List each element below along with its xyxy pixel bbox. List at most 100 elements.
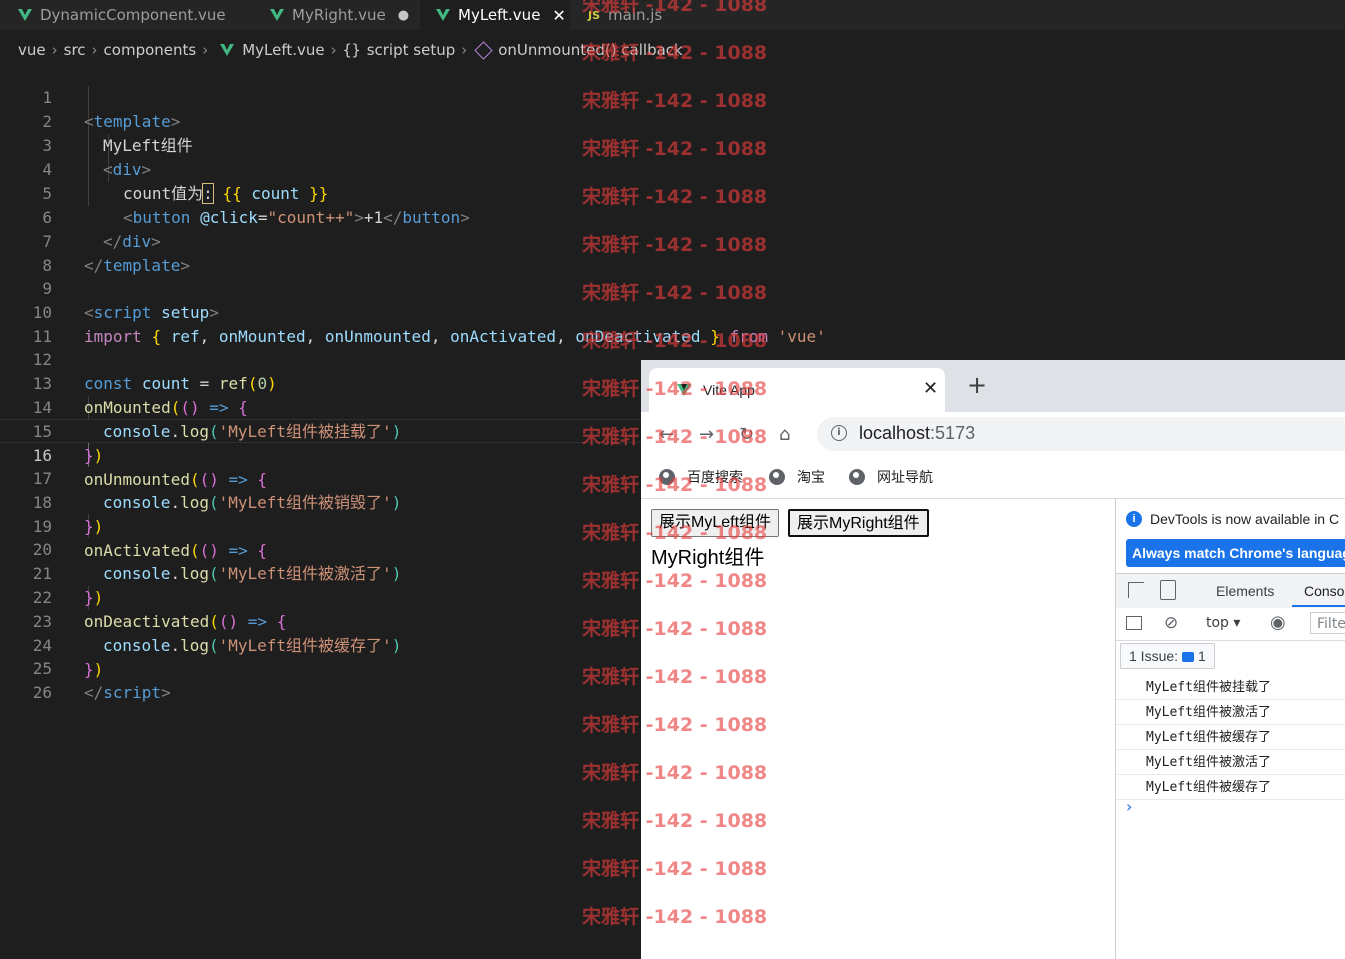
tab-label: main.js: [608, 6, 663, 24]
breadcrumb-item[interactable]: src: [64, 41, 86, 59]
breadcrumb-item[interactable]: vue: [18, 41, 46, 59]
tab-elements[interactable]: Elements: [1216, 583, 1274, 599]
breadcrumb-item[interactable]: script setup: [367, 41, 456, 59]
tab-console[interactable]: Conso: [1304, 583, 1344, 599]
chevron-right-icon: ›: [202, 41, 209, 59]
chevron-right-icon: ›: [330, 41, 337, 59]
breadcrumb: vue › src › components › MyLeft.vue › {}…: [0, 38, 1345, 62]
browser-tab-strip: Vite App ✕ +: [641, 360, 1345, 412]
tab-my-right[interactable]: MyRight.vue ●: [270, 0, 409, 30]
code-line: 9 <script setup>: [0, 253, 1345, 322]
url-text: localhost:5173: [859, 423, 976, 443]
code-line: 3 <div>: [0, 110, 1345, 179]
show-myright-button[interactable]: 展示MyRight组件: [788, 509, 929, 537]
tab-label: DynamicComponent.vue: [40, 6, 226, 24]
bookmark-item[interactable]: 网址导航: [849, 467, 933, 487]
console-log-row: MyLeft组件被激活了: [1116, 700, 1345, 725]
editor-tab-bar: DynamicComponent.vue MyRight.vue ● MyLef…: [0, 0, 1345, 30]
code-line: 7 </template>: [0, 206, 1345, 275]
sidebar-toggle-icon[interactable]: [1126, 616, 1142, 630]
browser-window: Vite App ✕ + ← → ↻ ⌂ i localhost:5173 百度…: [641, 360, 1345, 959]
console-log-row: MyLeft组件被缓存了: [1116, 725, 1345, 750]
code-line: 10 import { ref, onMounted, onUnmounted,…: [0, 277, 1345, 346]
new-tab-plus-icon[interactable]: +: [967, 373, 987, 397]
tab-label: MyLeft.vue: [458, 6, 541, 24]
devtools-panel: i DevTools is now available in C Always …: [1115, 499, 1345, 959]
method-cube-icon: [474, 40, 493, 60]
devtools-tab-bar: Elements Conso: [1116, 573, 1345, 609]
browser-toolbar: ← → ↻ ⌂ i localhost:5173: [641, 412, 1345, 458]
breadcrumb-item[interactable]: components: [104, 41, 197, 59]
browser-tab-title: Vite App: [703, 382, 755, 398]
issues-button[interactable]: 1 Issue: 1: [1120, 643, 1215, 669]
eye-icon[interactable]: ◉: [1270, 612, 1286, 633]
code-line: 6 </div>: [0, 182, 1345, 251]
issues-label: 1 Issue:: [1129, 648, 1179, 664]
line-number: 26: [32, 683, 52, 702]
console-log-row: MyLeft组件被挂载了: [1116, 675, 1345, 700]
unsaved-dot-icon[interactable]: ●: [398, 8, 409, 23]
code-line: 1 <template>: [0, 62, 1345, 131]
devtools-info-text: DevTools is now available in C: [1150, 511, 1340, 527]
issue-message-icon: [1182, 652, 1195, 663]
address-bar[interactable]: i localhost:5173: [817, 417, 1345, 451]
vue-icon: [220, 44, 235, 56]
bookmarks-bar: 百度搜索 淘宝 网址导航: [641, 458, 1345, 499]
chevron-right-icon: ›: [51, 41, 58, 59]
tab-dynamic-component[interactable]: DynamicComponent.vue: [18, 0, 226, 30]
js-icon: JS: [588, 8, 601, 22]
globe-icon: [769, 469, 785, 485]
back-arrow-icon[interactable]: ←: [659, 424, 674, 445]
issues-count: 1: [1198, 648, 1206, 664]
tab-main-js[interactable]: JS main.js: [588, 0, 662, 30]
component-text: MyRight组件: [651, 547, 765, 569]
code-line: 12 const count = ref(0): [0, 324, 1345, 393]
clear-console-icon[interactable]: ⊘: [1164, 613, 1178, 633]
globe-icon: [659, 469, 675, 485]
bookmark-label: 淘宝: [797, 469, 825, 485]
breadcrumb-item[interactable]: onUnmounted() callback: [498, 41, 683, 59]
bookmark-item[interactable]: 淘宝: [769, 467, 825, 487]
info-icon: i: [1126, 511, 1142, 527]
vue-icon: [18, 9, 32, 21]
globe-icon: [849, 469, 865, 485]
chevron-right-icon: ›: [91, 41, 98, 59]
code-line: 4 count值为: {{ count }}: [0, 134, 1345, 204]
code-token: script: [103, 683, 162, 702]
browser-tab[interactable]: Vite App ✕: [649, 368, 945, 412]
console-log-row: MyLeft组件被缓存了: [1116, 775, 1345, 800]
active-tab-indicator: [1292, 605, 1345, 607]
forward-arrow-icon[interactable]: →: [699, 424, 714, 445]
chevron-right-icon: ›: [461, 41, 468, 59]
code-line: 5 <button @click="count++">+1</button>: [0, 158, 1345, 227]
filter-input[interactable]: Filte: [1310, 612, 1345, 634]
tab-label: MyRight.vue: [292, 6, 386, 24]
show-myleft-button[interactable]: 展示MyLeft组件: [651, 509, 780, 537]
vue-favicon-icon: [677, 384, 691, 396]
code-line: 8: [0, 230, 1345, 275]
code-line: 11: [0, 301, 1345, 346]
bookmark-item[interactable]: 百度搜索: [659, 467, 743, 487]
bookmark-label: 百度搜索: [687, 469, 743, 485]
match-language-button[interactable]: Always match Chrome's languag: [1126, 539, 1345, 567]
console-toolbar: ⊘ top ▾ ◉ Filte: [1116, 608, 1345, 641]
vue-icon: [436, 9, 450, 21]
console-prompt-chevron-icon[interactable]: ›: [1126, 797, 1132, 816]
site-info-icon[interactable]: i: [831, 425, 847, 441]
device-toolbar-icon[interactable]: [1160, 580, 1176, 600]
page-viewport: 展示MyLeft组件 展示MyRight组件 MyRight组件: [641, 499, 1115, 959]
close-icon[interactable]: ✕: [552, 6, 565, 25]
vue-icon: [270, 9, 284, 21]
console-log-row: MyLeft组件被激活了: [1116, 750, 1345, 775]
braces-icon: {}: [342, 41, 361, 59]
inspect-element-icon[interactable]: [1128, 582, 1144, 598]
home-icon[interactable]: ⌂: [779, 424, 790, 445]
devtools-info-banner: i DevTools is now available in C: [1126, 511, 1339, 527]
breadcrumb-item[interactable]: MyLeft.vue: [242, 41, 324, 59]
context-select[interactable]: top ▾: [1206, 615, 1240, 631]
bookmark-label: 网址导航: [877, 469, 933, 485]
reload-icon[interactable]: ↻: [739, 424, 754, 445]
tab-my-left[interactable]: MyLeft.vue ✕: [420, 0, 570, 30]
close-icon[interactable]: ✕: [923, 378, 938, 399]
code-line: 2 MyLeft组件: [0, 86, 1345, 155]
